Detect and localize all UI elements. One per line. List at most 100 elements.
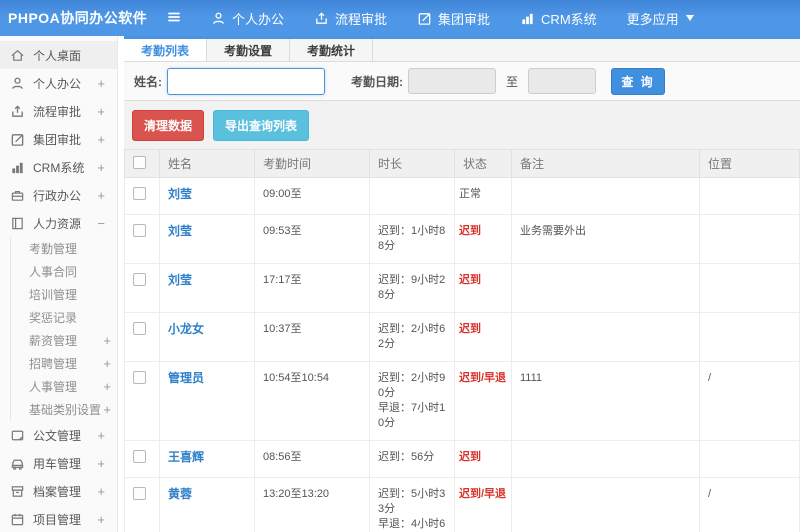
app-logo: PHPOA协同办公软件 [8, 10, 148, 26]
sidebar-subitem-hr-contract[interactable]: 人事合同 [11, 260, 117, 283]
clean-data-button[interactable]: 清理数据 [132, 110, 205, 141]
export-list-button[interactable]: 导出查询列表 [213, 110, 310, 141]
sidebar-subitem-reward-punishment[interactable]: 奖惩记录 [11, 306, 117, 329]
row-checkbox[interactable] [133, 322, 146, 335]
sidebar-item-personal-office[interactable]: 个人办公 + [0, 69, 117, 97]
cell-attendance-time: 08:56至 [254, 440, 370, 478]
cell-location [699, 214, 800, 264]
employee-name-link[interactable]: 小龙女 [168, 322, 204, 336]
sidebar-item-admin-office[interactable]: 行政办公 + [0, 181, 117, 209]
duration-line: 迟到：2小时62分 [378, 323, 446, 350]
hr-icon [10, 215, 26, 231]
column-header: 状态 [454, 149, 512, 178]
checkbox-cell [124, 477, 160, 532]
expander-icon[interactable]: + [95, 456, 111, 471]
row-checkbox[interactable] [133, 371, 146, 384]
sidebar-item-label: 流程审批 [33, 104, 82, 119]
tab-attendance-stats[interactable]: 考勤统计 [290, 39, 374, 61]
cell-duration: 迟到：2小时90分 早退：7小时10分 [369, 361, 455, 441]
tab-attendance-settings[interactable]: 考勤设置 [207, 39, 291, 61]
select-all-checkbox[interactable] [133, 155, 146, 169]
row-checkbox[interactable] [133, 187, 146, 200]
cell-name: 王喜辉 [159, 440, 255, 478]
home-icon [10, 47, 26, 63]
sidebar-subitem-training-mgmt[interactable]: 培训管理 [11, 283, 117, 306]
sidebar-subitem-basic-category[interactable]: 基础类别设置 + [11, 398, 117, 421]
sidebar-submenu: 考勤管理 人事合同 培训管理 奖惩记录 薪资管理 + 招聘管理 + 人事管理 + 基础类别设置 + [10, 237, 117, 421]
employee-name-link[interactable]: 刘莹 [168, 224, 192, 238]
cell-location [699, 177, 800, 215]
table-row: 刘莹 09:53至 迟到：1小时88分 迟到 业务需要外出 [124, 214, 800, 264]
sidebar-item-label: 用车管理 [33, 456, 82, 471]
nav-item-personal-office[interactable]: 个人办公 [196, 0, 299, 36]
expander-icon[interactable]: + [95, 484, 111, 499]
filter-bar: 姓名: 考勤日期: 至 查 询 [124, 62, 800, 101]
expander-icon[interactable]: + [101, 333, 117, 348]
nav-item-more-apps[interactable]: 更多应用 [612, 0, 709, 36]
cell-name: 管理员 [159, 361, 255, 441]
expander-icon[interactable]: + [95, 104, 111, 119]
sidebar-item-label: 档案管理 [33, 484, 82, 499]
row-checkbox[interactable] [133, 273, 146, 286]
date-to-input[interactable] [528, 68, 597, 94]
cell-location [699, 312, 800, 362]
nav-item-workflow-approval[interactable]: 流程审批 [299, 0, 402, 36]
search-button[interactable]: 查 询 [611, 67, 666, 95]
row-checkbox[interactable] [133, 487, 146, 500]
sidebar-subitem-personnel-mgmt[interactable]: 人事管理 + [11, 375, 117, 398]
sidebar-subitem-label: 招聘管理 [29, 357, 78, 371]
checkbox-cell [124, 440, 160, 478]
expander-icon[interactable]: + [101, 356, 117, 371]
sidebar-subitem-label: 人事管理 [29, 380, 78, 394]
sidebar-item-project-mgmt[interactable]: 项目管理 + [0, 505, 117, 532]
table-row: 管理员 10:54至10:54 迟到：2小时90分 早退：7小时10分 迟到/早退 111… [124, 361, 800, 441]
expander-icon[interactable]: + [95, 428, 111, 443]
duration-line: 迟到：1小时88分 [378, 225, 446, 252]
row-checkbox[interactable] [133, 450, 146, 463]
sidebar-subitem-salary-mgmt[interactable]: 薪资管理 + [11, 329, 117, 352]
expander-icon[interactable]: + [101, 402, 117, 417]
sidebar-subitem-recruit-mgmt[interactable]: 招聘管理 + [11, 352, 117, 375]
employee-name-link[interactable]: 黄蓉 [168, 487, 192, 501]
sidebar-item-archive-mgmt[interactable]: 档案管理 + [0, 477, 117, 505]
cell-attendance-time: 17:17至 [254, 263, 370, 313]
hamburger-menu-button[interactable] [152, 0, 196, 36]
expander-icon[interactable]: + [101, 379, 117, 394]
date-from-input[interactable] [408, 68, 496, 94]
attendance-date-label: 考勤日期: [351, 74, 403, 89]
employee-name-link[interactable]: 王喜辉 [168, 450, 204, 464]
sidebar-item-group-approval[interactable]: 集团审批 + [0, 125, 117, 153]
table-row: 小龙女 10:37至 迟到：2小时62分 迟到 [124, 312, 800, 362]
nav-item-group-approval[interactable]: 集团审批 [402, 0, 505, 36]
expander-icon[interactable]: − [95, 216, 111, 231]
sidebar-item-vehicle-mgmt[interactable]: 用车管理 + [0, 449, 117, 477]
expander-icon[interactable]: + [95, 512, 111, 527]
expander-icon[interactable]: + [95, 132, 111, 147]
sidebar-subitem-attendance-mgmt[interactable]: 考勤管理 [11, 237, 117, 260]
table-row: 黄蓉13:20至13:20迟到：5小时33分早退：4小时67分迟到/早退/ [124, 477, 800, 532]
expander-icon[interactable]: + [95, 160, 111, 175]
row-checkbox[interactable] [133, 224, 146, 237]
cell-status: 迟到 [454, 263, 512, 313]
cell-name: 黄蓉 [159, 477, 255, 532]
employee-name-link[interactable]: 管理员 [168, 371, 204, 385]
expander-icon[interactable]: + [95, 76, 111, 91]
name-input[interactable] [167, 67, 325, 95]
employee-name-link[interactable]: 刘莹 [168, 187, 192, 201]
cell-location: / [699, 361, 800, 441]
sidebar-subitem-label: 培训管理 [29, 288, 78, 302]
sidebar-item-human-resources[interactable]: 人力资源 − [0, 209, 117, 237]
nav-item-crm-system[interactable]: CRM系统 [505, 0, 612, 36]
expander-icon[interactable]: + [95, 188, 111, 203]
sidebar-item-personal-desktop[interactable]: 个人桌面 [0, 41, 117, 69]
sidebar-item-document-mgmt[interactable]: 公文管理 + [0, 421, 117, 449]
sidebar-item-crm-system[interactable]: CRM系统 + [0, 153, 117, 181]
tab-bar: 考勤列表 考勤设置 考勤统计 [124, 36, 800, 62]
employee-name-link[interactable]: 刘莹 [168, 273, 192, 287]
sidebar-item-label: 行政办公 [33, 188, 82, 203]
sidebar-item-workflow-approval[interactable]: 流程审批 + [0, 97, 117, 125]
to-label: 至 [506, 74, 519, 89]
archive-icon [10, 483, 26, 499]
tab-attendance-list[interactable]: 考勤列表 [124, 39, 208, 61]
content-area: 考勤列表 考勤设置 考勤统计 姓名: 考勤日期: 至 查 询 清理数据 导出查询列表… [124, 36, 800, 532]
